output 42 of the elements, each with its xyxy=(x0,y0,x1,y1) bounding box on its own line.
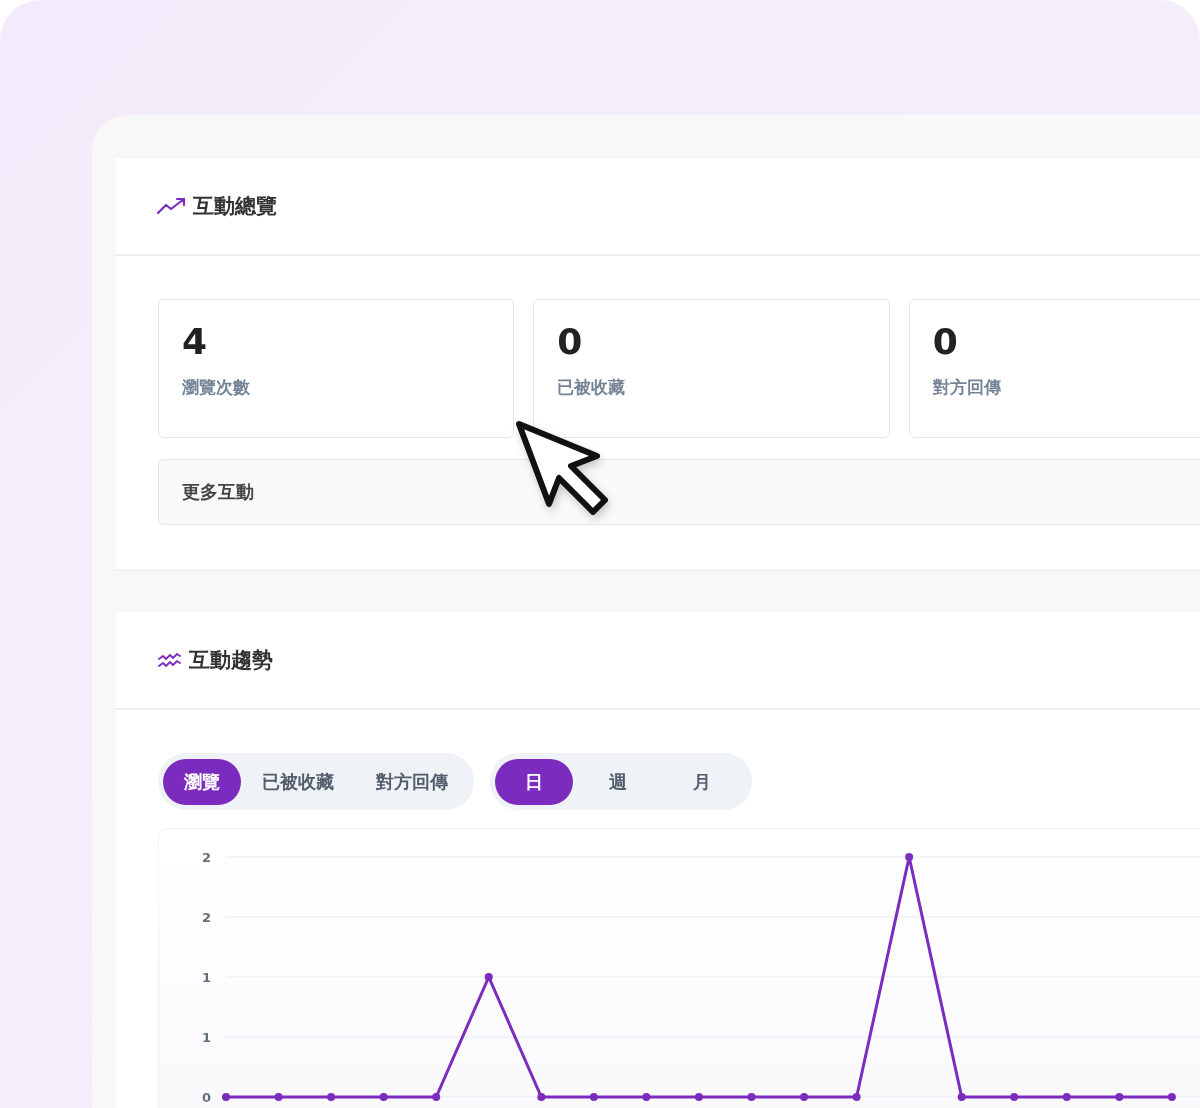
cursor-icon xyxy=(515,420,611,516)
y-axis-label: 2 xyxy=(201,850,211,865)
data-point xyxy=(852,1093,861,1101)
period-tab[interactable]: 月 xyxy=(663,758,741,805)
wave-lines-icon xyxy=(157,651,183,669)
trending-up-icon xyxy=(157,196,187,216)
metric-tab[interactable]: 瀏覽 xyxy=(163,758,241,805)
period-tab[interactable]: 週 xyxy=(579,758,657,805)
data-point xyxy=(905,853,914,861)
stat-label: 已被收藏 xyxy=(557,376,627,399)
section-title: 互動趨勢 xyxy=(189,647,273,674)
metric-tab[interactable]: 已被收藏 xyxy=(241,758,355,805)
data-point xyxy=(1115,1093,1124,1101)
data-point xyxy=(957,1093,966,1101)
y-axis-label: 0 xyxy=(201,1090,211,1105)
data-point xyxy=(1167,1093,1176,1101)
data-point xyxy=(537,1093,546,1101)
data-point xyxy=(1062,1093,1071,1101)
stat-label: 瀏覽次數 xyxy=(182,376,251,399)
data-point xyxy=(274,1093,283,1101)
data-point xyxy=(642,1093,651,1101)
data-point xyxy=(432,1093,441,1101)
data-point xyxy=(222,1093,230,1101)
data-point xyxy=(484,973,493,981)
period-tab[interactable]: 日 xyxy=(495,758,573,805)
y-axis-label: 1 xyxy=(201,970,211,985)
y-axis-label: 1 xyxy=(201,1030,211,1045)
section-title: 互動總覽 xyxy=(193,193,277,220)
data-point xyxy=(327,1093,336,1101)
data-point xyxy=(1010,1093,1019,1101)
metric-tab[interactable]: 對方回傳 xyxy=(355,758,469,805)
stat-value: 0 xyxy=(557,320,584,364)
data-point xyxy=(589,1093,598,1101)
more-interactions-button[interactable]: 更多互動 xyxy=(158,459,1200,525)
y-axis-label: 2 xyxy=(201,910,211,925)
stat-label: 對方回傳 xyxy=(932,376,1002,399)
data-point xyxy=(800,1093,809,1101)
stat-value: 4 xyxy=(182,320,209,364)
data-point xyxy=(694,1093,703,1101)
data-point xyxy=(379,1093,388,1101)
data-point xyxy=(747,1093,756,1101)
stat-value: 0 xyxy=(932,320,959,364)
